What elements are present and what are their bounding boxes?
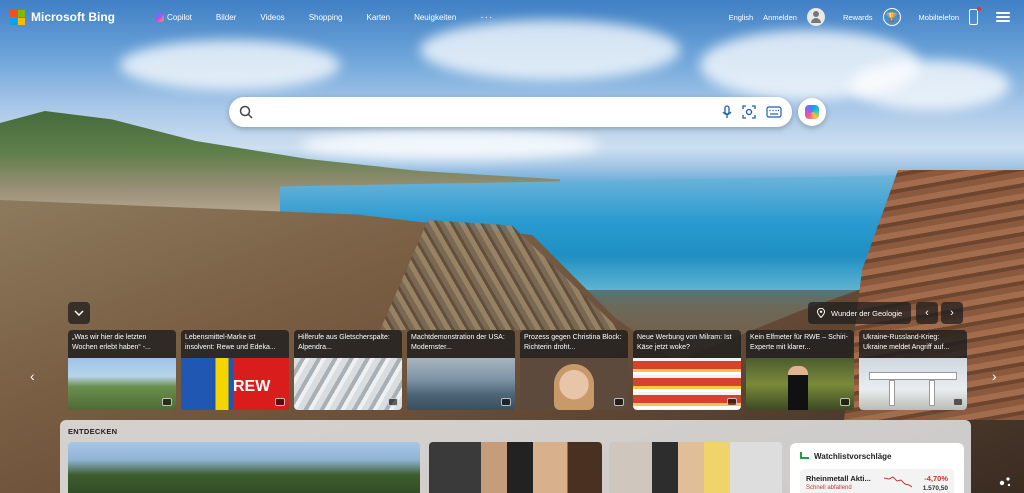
news-card[interactable]: Machtdemonstration der USA: Modernster..… — [407, 330, 515, 410]
discover-tile-people[interactable] — [609, 442, 782, 493]
search-input[interactable] — [261, 105, 722, 119]
rewards-link[interactable]: Rewards — [843, 13, 873, 22]
video-badge-icon — [614, 398, 624, 406]
stock-trend-label: Schnell abfallend — [806, 485, 852, 491]
phone-icon[interactable] — [969, 7, 981, 25]
rewards-trophy-icon[interactable]: 🏆 — [882, 8, 901, 26]
brand-name: Microsoft Bing — [31, 10, 115, 24]
stock-price: 1.570,50 — [922, 485, 948, 492]
watchlist-card[interactable]: Watchlistvorschläge Rheinmetall Akti... … — [790, 443, 964, 493]
news-card-title: Lebensmittel-Marke ist insolvent: Rewe u… — [185, 334, 276, 351]
video-badge-icon — [953, 398, 963, 406]
next-image-button[interactable]: › — [941, 302, 963, 324]
news-card-title: „Was wir hier die letzten Wochen erlebt … — [72, 334, 151, 351]
video-badge-icon — [388, 398, 398, 406]
news-card-title: Machtdemonstration der USA: Modernster..… — [411, 334, 505, 351]
carousel-right-arrow[interactable]: › — [992, 368, 997, 384]
previous-image-button[interactable]: ‹ — [916, 302, 938, 324]
nav-item-neuigkeiten[interactable]: Neuigkeiten — [414, 13, 456, 22]
nav-item-copilot[interactable]: Copilot — [155, 12, 192, 22]
account-nav: English Anmelden Rewards 🏆 Mobiltelefon — [729, 0, 1010, 34]
microsoft-logo-icon — [10, 9, 25, 25]
video-badge-icon — [501, 398, 511, 406]
avatar-icon[interactable] — [806, 8, 825, 26]
news-card-image — [859, 358, 967, 410]
language-link[interactable]: English — [729, 13, 754, 22]
news-card[interactable]: Neue Werbung von Milram: Ist Käse jetzt … — [633, 330, 741, 410]
chart-trend-icon — [800, 452, 809, 459]
nav-item-karten[interactable]: Karten — [367, 13, 391, 22]
news-card[interactable]: Lebensmittel-Marke ist insolvent: Rewe u… — [181, 330, 289, 410]
video-badge-icon — [840, 398, 850, 406]
page-settings-icon[interactable] — [996, 472, 1014, 490]
discover-title: ENTDECKEN — [68, 427, 118, 436]
image-info-chip[interactable]: Wunder der Geologie — [808, 302, 912, 324]
stock-change: -4,70% — [924, 474, 948, 483]
chevron-down-icon — [74, 310, 84, 316]
watchlist-title: Watchlistvorschläge — [814, 452, 892, 461]
carousel-left-arrow[interactable]: ‹ — [30, 368, 35, 384]
copilot-icon — [805, 105, 819, 119]
collapse-button[interactable] — [68, 302, 90, 324]
news-card-image — [520, 358, 628, 410]
news-card-image — [407, 358, 515, 410]
news-card-image — [294, 358, 402, 410]
nav-item-shopping[interactable]: Shopping — [309, 13, 343, 22]
microphone-icon[interactable] — [722, 105, 732, 119]
signin-link[interactable]: Anmelden — [763, 13, 797, 22]
bing-logo[interactable]: Microsoft Bing — [10, 9, 115, 25]
stock-name: Rheinmetall Akti... — [806, 474, 871, 483]
news-card-image — [633, 358, 741, 410]
news-card-title: Neue Werbung von Milram: Ist Käse jetzt … — [637, 334, 732, 351]
stock-sparkline — [884, 476, 912, 488]
news-card[interactable]: Prozess gegen Christina Block: Richterin… — [520, 330, 628, 410]
news-carousel: „Was wir hier die letzten Wochen erlebt … — [68, 330, 967, 410]
news-card[interactable]: Hilferufe aus Gletscherspalte: Alpendra.… — [294, 330, 402, 410]
menu-icon[interactable] — [996, 12, 1010, 22]
news-card-image — [746, 358, 854, 410]
search-icon — [239, 105, 253, 119]
news-card[interactable]: Ukraine-Russland-Krieg: Ukraine meldet A… — [859, 330, 967, 410]
top-header: Microsoft Bing Copilot Bilder Videos Sho… — [0, 0, 1024, 34]
location-pin-icon — [817, 308, 825, 318]
copilot-icon — [155, 12, 164, 22]
news-card-image — [68, 358, 176, 410]
visual-search-icon[interactable] — [742, 105, 756, 119]
nav-item-bilder[interactable]: Bilder — [216, 13, 236, 22]
news-card[interactable]: Kein Elfmeter für RWE – Schiri-Experte m… — [746, 330, 854, 410]
mobile-link[interactable]: Mobiltelefon — [919, 13, 959, 22]
nav-more-button[interactable]: ··· — [480, 12, 493, 23]
discover-tile-landscape[interactable] — [68, 442, 420, 493]
copilot-button[interactable] — [798, 98, 826, 126]
image-location-label: Wunder der Geologie — [831, 308, 903, 318]
video-badge-icon — [727, 398, 737, 406]
stock-row[interactable]: Rheinmetall Akti... Schnell abfallend -4… — [800, 469, 954, 493]
video-badge-icon — [162, 398, 172, 406]
news-card-title: Hilferufe aus Gletscherspalte: Alpendra.… — [298, 334, 390, 351]
news-card-image: REW — [181, 358, 289, 410]
news-card-title: Kein Elfmeter für RWE – Schiri-Experte m… — [750, 334, 848, 351]
video-badge-icon — [275, 398, 285, 406]
news-card[interactable]: „Was wir hier die letzten Wochen erlebt … — [68, 330, 176, 410]
discover-tile-politics[interactable] — [429, 442, 602, 493]
main-nav: Copilot Bilder Videos Shopping Karten Ne… — [155, 12, 517, 23]
search-box — [229, 97, 792, 127]
news-card-title: Ukraine-Russland-Krieg: Ukraine meldet A… — [863, 334, 950, 351]
keyboard-icon[interactable] — [766, 106, 782, 118]
news-card-title: Prozess gegen Christina Block: Richterin… — [524, 334, 622, 351]
nav-item-videos[interactable]: Videos — [260, 13, 284, 22]
